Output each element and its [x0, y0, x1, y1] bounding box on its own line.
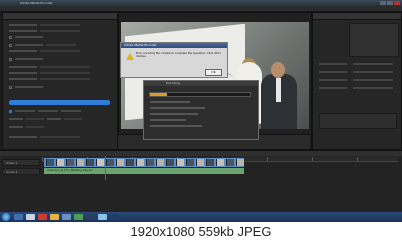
playhead[interactable] — [105, 156, 106, 180]
timeline-header[interactable] — [0, 151, 402, 156]
settings-row[interactable] — [9, 125, 44, 129]
window-controls — [380, 1, 400, 5]
video-track-header[interactable]: Video 1 — [2, 159, 40, 166]
taskbar-app-icon[interactable] — [14, 214, 23, 220]
settings-row[interactable] — [9, 135, 80, 139]
error-dialog: Adobe Media Encoder Error encoding file.… — [120, 42, 228, 78]
progress-fill — [150, 93, 167, 96]
settings-row[interactable] — [9, 57, 43, 61]
error-message: Error encoding file. Unable to complete … — [136, 52, 222, 59]
taskbar-app-icon[interactable] — [86, 214, 95, 220]
video-clip[interactable] — [44, 158, 244, 167]
audio-clip-label: ceremony_to_Film_Wedding_Italy.avi — [47, 169, 93, 172]
taskbar-app-icon[interactable] — [110, 214, 119, 220]
field — [319, 71, 347, 73]
settings-row[interactable] — [9, 65, 90, 69]
settings-row[interactable] — [9, 49, 80, 53]
field[interactable] — [353, 87, 393, 89]
minimize-button[interactable] — [380, 1, 386, 5]
settings-row[interactable] — [9, 23, 80, 27]
maximize-button[interactable] — [387, 1, 393, 5]
preview-box — [349, 23, 399, 57]
export-settings-panel — [2, 12, 118, 150]
settings-row[interactable] — [9, 109, 81, 113]
list-area[interactable] — [319, 113, 397, 129]
field[interactable] — [353, 71, 393, 73]
image-caption: 1920x1080 559kb JPEG — [0, 222, 402, 242]
settings-row[interactable] — [9, 85, 43, 89]
right-panel — [312, 12, 402, 150]
start-button[interactable] — [2, 213, 10, 221]
field[interactable] — [353, 79, 393, 81]
taskbar-app-icon[interactable] — [74, 214, 83, 220]
error-dialog-title: Adobe Media Encoder — [121, 43, 227, 48]
taskbar-app-icon[interactable] — [62, 214, 71, 220]
audio-track-header[interactable]: Audio 1 — [2, 168, 40, 175]
close-button[interactable] — [394, 1, 400, 5]
right-panel-tab[interactable] — [313, 13, 401, 20]
field — [319, 79, 347, 81]
field[interactable] — [353, 63, 393, 65]
taskbar-app-icon[interactable] — [38, 214, 47, 220]
field — [319, 63, 347, 65]
audio-clip[interactable]: ceremony_to_Film_Wedding_Italy.avi — [44, 168, 244, 174]
encoding-dialog: Encoding — [143, 80, 259, 140]
encoding-progress-bar — [149, 92, 251, 97]
export-settings-tab[interactable] — [3, 13, 117, 20]
warning-icon — [126, 53, 134, 60]
taskbar-app-icon[interactable] — [98, 214, 107, 220]
settings-row[interactable] — [9, 43, 76, 47]
taskbar — [0, 212, 402, 222]
settings-row[interactable] — [9, 71, 90, 75]
taskbar-app-icon[interactable] — [26, 214, 35, 220]
settings-row[interactable] — [9, 29, 80, 33]
settings-row[interactable] — [9, 117, 82, 121]
output-settings-bar[interactable] — [9, 100, 110, 105]
taskbar-app-icon[interactable] — [50, 214, 59, 220]
settings-row[interactable] — [9, 77, 90, 81]
settings-row[interactable] — [9, 35, 43, 39]
ok-button[interactable]: OK — [205, 69, 222, 76]
desktop-screenshot: Adobe Media Encoder Adobe Media Encoder … — [0, 0, 402, 222]
encoding-dialog-title: Encoding — [144, 81, 258, 86]
field — [319, 87, 347, 89]
